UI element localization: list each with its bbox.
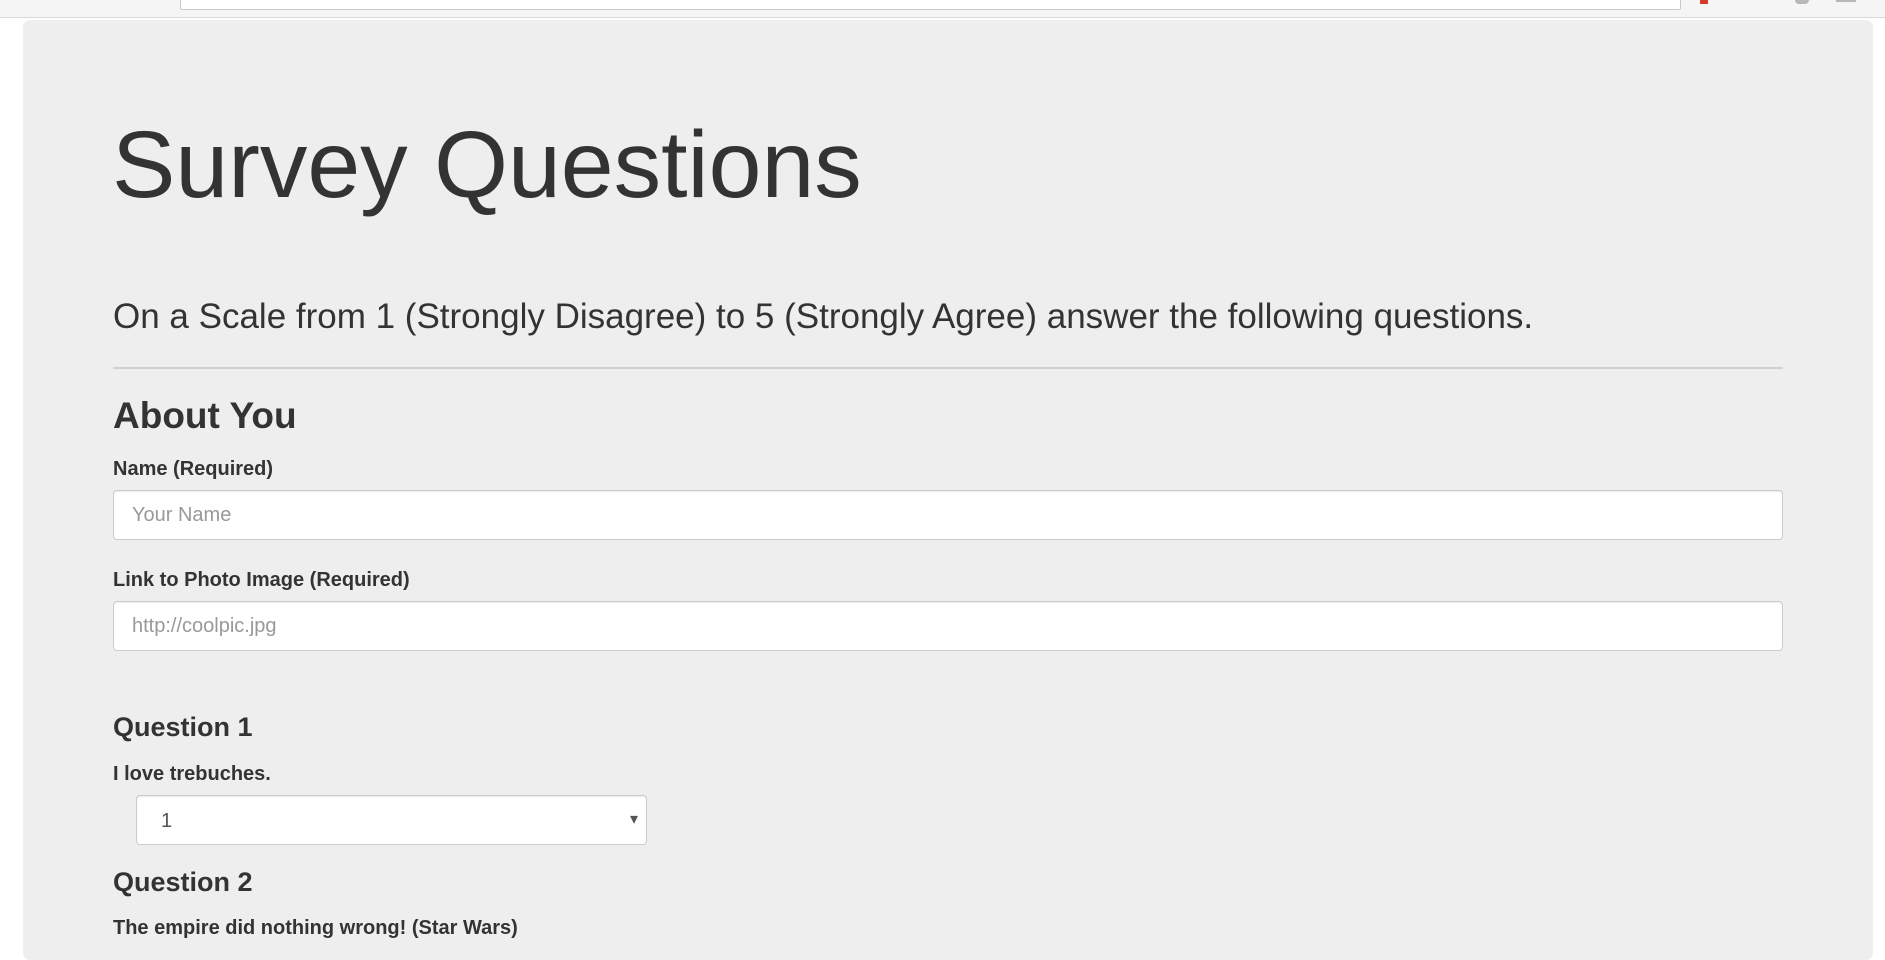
address-bar[interactable] [180, 0, 1681, 10]
about-you-heading: About You [113, 395, 297, 436]
name-label: Name (Required) [113, 458, 274, 480]
photo-link-input[interactable] [113, 601, 1783, 651]
question-2-heading: Question 2 [113, 867, 253, 897]
question-1-text: I love trebuches. [113, 763, 271, 785]
divider [113, 367, 1783, 369]
profile-icon[interactable] [1795, 0, 1809, 4]
question-2-text: The empire did nothing wrong! (Star Wars… [113, 917, 518, 939]
menu-icon[interactable] [1836, 0, 1856, 2]
chevron-down-icon: ▾ [629, 811, 638, 828]
name-input[interactable] [113, 490, 1783, 540]
instructions-text: On a Scale from 1 (Strongly Disagree) to… [113, 297, 1534, 336]
photo-link-label: Link to Photo Image (Required) [113, 569, 410, 591]
question-1-selected-value: 1 [161, 810, 173, 832]
extension-icon[interactable] [1700, 0, 1708, 4]
question-1-select[interactable]: 1 ▾ [136, 795, 647, 845]
browser-toolbar [0, 0, 1885, 18]
question-1-heading: Question 1 [113, 712, 253, 742]
page-title: Survey Questions [112, 112, 862, 218]
